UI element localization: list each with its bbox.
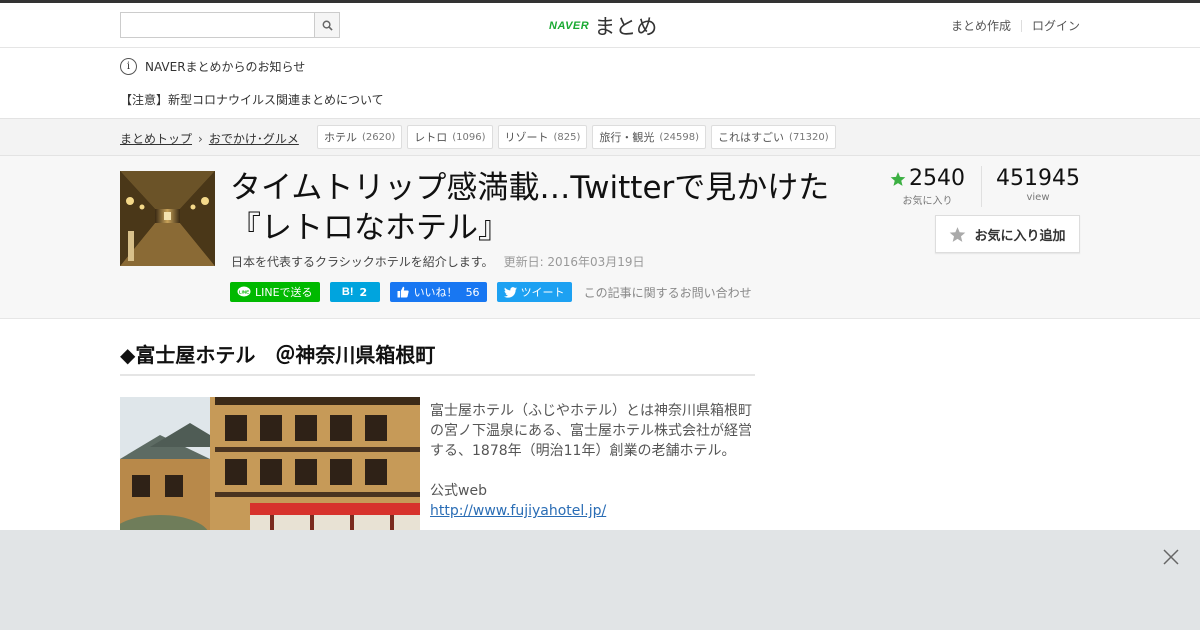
tag-label: リゾート <box>504 131 549 144</box>
breadcrumb-bar: まとめトップ › おでかけ･グルメ ホテル (2620) レトロ (1096) リゾ… <box>0 118 1200 156</box>
breadcrumb: まとめトップ › おでかけ･グルメ <box>120 130 299 147</box>
tag-travel[interactable]: 旅行・観光 (24598) <box>592 125 707 149</box>
article-stats: 2540 お気に入り 451945 view <box>890 166 1080 207</box>
tag-count: (1096) <box>452 131 486 143</box>
tag-label: ホテル <box>324 131 357 144</box>
nav-divider <box>1020 19 1022 32</box>
login-link[interactable]: ログイン <box>1032 17 1080 34</box>
hatena-bookmark-button[interactable]: B! 2 <box>329 282 380 302</box>
facebook-like-count: 56 <box>465 285 480 299</box>
hatena-count: 2 <box>359 285 368 299</box>
notice-area: i NAVERまとめからのお知らせ 【注意】新型コロナウイルス関連まとめについて <box>0 48 1200 118</box>
article-thumbnail <box>120 171 215 266</box>
article-inquiry-link[interactable]: この記事に関するお問い合わせ <box>584 284 752 301</box>
facebook-like-button[interactable]: いいね！ 56 <box>389 282 487 302</box>
article-header: タイムトリップ感満載…Twitterで見かけた『レトロなホテル』 日本を代表する… <box>0 156 1200 319</box>
line-icon: LINE <box>237 286 251 297</box>
line-share-label: LINEで送る <box>255 286 313 299</box>
article-description: 日本を代表するクラシックホテルを紹介します。 <box>231 255 494 269</box>
site-header: NAVER まとめ まとめ作成 ログイン <box>0 3 1200 48</box>
favorites-label: お気に入り <box>902 196 953 207</box>
add-favorite-label: お気に入り追加 <box>974 228 1066 244</box>
create-matome-link[interactable]: まとめ作成 <box>951 17 1011 34</box>
hotel-description-text: 富士屋ホテル（ふじやホテル）とは神奈川県箱根町の宮ノ下温泉にある、富士屋ホテル株… <box>430 403 752 459</box>
close-icon[interactable] <box>1162 548 1180 566</box>
tag-retro[interactable]: レトロ (1096) <box>407 125 493 149</box>
logo-brand: NAVER <box>549 20 590 32</box>
search-input[interactable] <box>121 13 314 37</box>
views-count: 451945 <box>996 166 1080 191</box>
tag-hotel[interactable]: ホテル (2620) <box>317 125 403 149</box>
favorites-stat: 2540 お気に入り <box>890 166 983 207</box>
thumbs-up-icon <box>397 286 409 298</box>
favorites-count: 2540 <box>909 166 966 191</box>
info-icon: i <box>120 58 137 75</box>
tag-resort[interactable]: リゾート (825) <box>497 125 588 149</box>
share-buttons: LINE LINEで送る B! 2 いいね！ 56 ツイート この記事に関するお… <box>230 282 752 302</box>
facebook-like-label: いいね！ <box>413 286 458 299</box>
twitter-bird-icon <box>503 286 517 298</box>
article-updated-date: 更新日: 2016年03月19日 <box>503 255 645 269</box>
search-button[interactable] <box>314 13 339 37</box>
hotel-photo[interactable] <box>120 397 420 547</box>
line-share-button[interactable]: LINE LINEで送る <box>230 282 320 302</box>
tag-label: レトロ <box>414 131 448 144</box>
tag-count: (825) <box>553 131 581 143</box>
svg-text:LINE: LINE <box>239 289 249 294</box>
breadcrumb-top-link[interactable]: まとめトップ <box>120 130 192 147</box>
header-nav: まとめ作成 ログイン <box>951 17 1080 34</box>
views-label: view <box>1026 192 1050 203</box>
notice-title: NAVERまとめからのお知らせ <box>145 60 306 74</box>
breadcrumb-category-link[interactable]: おでかけ･グルメ <box>209 130 299 147</box>
add-favorite-button[interactable]: お気に入り追加 <box>935 215 1080 253</box>
star-icon <box>890 171 906 186</box>
official-web-label: 公式web <box>430 483 487 499</box>
tweet-label: ツイート <box>520 286 565 299</box>
tag-list: ホテル (2620) レトロ (1096) リゾート (825) 旅行・観光 (2459… <box>317 125 841 149</box>
tag-count: (24598) <box>659 131 700 143</box>
section-heading: ◆富士屋ホテル ＠神奈川県箱根町 <box>120 339 755 376</box>
tweet-button[interactable]: ツイート <box>496 282 572 302</box>
tag-label: 旅行・観光 <box>599 131 655 144</box>
views-stat: 451945 view <box>982 166 1080 207</box>
tag-label: これはすごい <box>718 131 785 144</box>
notice-message-link[interactable]: 【注意】新型コロナウイルス関連まとめについて <box>120 91 384 108</box>
hatena-icon: B! <box>341 286 354 298</box>
tag-amazing[interactable]: これはすごい (71320) <box>711 125 836 149</box>
article-title: タイムトリップ感満載…Twitterで見かけた『レトロなホテル』 <box>230 170 830 246</box>
star-outline-icon <box>950 226 966 242</box>
site-logo[interactable]: NAVER まとめ <box>549 11 657 41</box>
tag-count: (2620) <box>362 131 396 143</box>
search-box <box>120 12 340 38</box>
tag-count: (71320) <box>789 131 829 143</box>
official-website-link[interactable]: http://www.fujiyahotel.jp/ <box>430 503 606 519</box>
notice-title-row[interactable]: i NAVERまとめからのお知らせ <box>120 58 305 75</box>
logo-text: まとめ <box>594 15 658 39</box>
search-icon <box>322 20 333 31</box>
ad-banner <box>0 530 1200 630</box>
article-subline: 日本を代表するクラシックホテルを紹介します。 更新日: 2016年03月19日 <box>231 253 645 270</box>
content-section: ◆富士屋ホテル ＠神奈川県箱根町 <box>120 339 755 376</box>
section-description: 富士屋ホテル（ふじやホテル）とは神奈川県箱根町の宮ノ下温泉にある、富士屋ホテル株… <box>430 401 760 521</box>
chevron-right-icon: › <box>198 131 203 146</box>
